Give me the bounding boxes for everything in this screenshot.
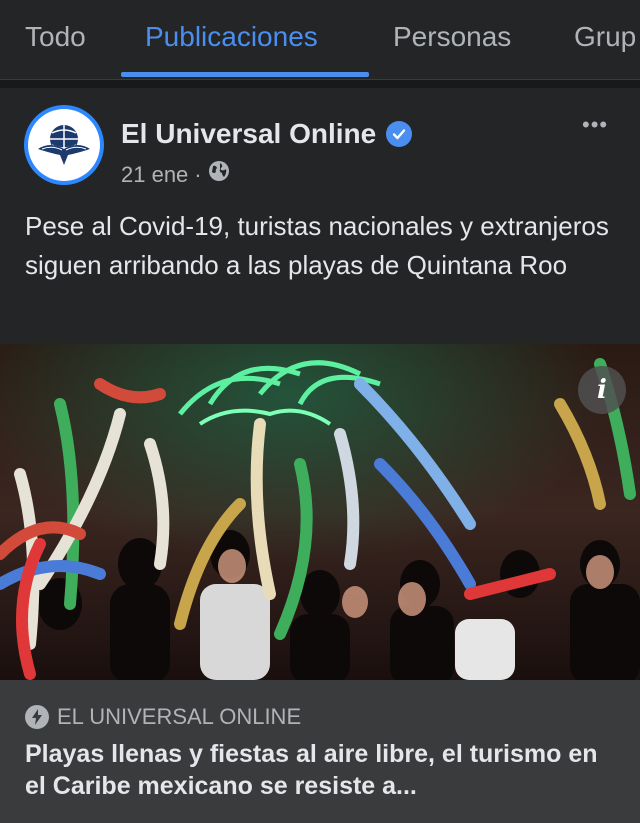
verified-badge-icon [386, 121, 413, 147]
link-source: EL UNIVERSAL ONLINE [25, 704, 301, 730]
lightning-bolt-icon [25, 705, 49, 729]
tab-todo[interactable]: Todo [25, 20, 86, 54]
link-source-label: EL UNIVERSAL ONLINE [57, 704, 302, 729]
eagle-logo-icon [28, 109, 100, 181]
author-name[interactable]: El Universal Online [121, 116, 376, 152]
active-tab-indicator [121, 72, 369, 77]
post-author[interactable]: El Universal Online [121, 116, 413, 152]
info-button[interactable]: i [578, 366, 626, 414]
meta-separator: · [194, 161, 202, 187]
link-headline[interactable]: Playas llenas y fiestas al aire libre, e… [25, 738, 621, 802]
page-avatar[interactable] [24, 105, 104, 185]
post-date[interactable]: 21 ene [121, 161, 188, 189]
post-image[interactable]: i [0, 344, 640, 680]
tab-personas[interactable]: Personas [393, 20, 511, 54]
link-preview[interactable]: EL UNIVERSAL ONLINE Playas llenas y fies… [0, 680, 640, 823]
tab-grupos[interactable]: Grup [574, 20, 636, 54]
globe-icon [208, 160, 230, 189]
post-text: Pese al Covid-19, turistas nacionales y … [25, 211, 609, 280]
section-divider [0, 80, 640, 88]
search-tabs: Todo Publicaciones Personas Grup [0, 0, 640, 80]
party-photo [0, 344, 640, 680]
tab-publicaciones[interactable]: Publicaciones [145, 20, 318, 54]
more-options-icon[interactable]: ••• [582, 114, 608, 136]
post-meta: 21 ene · [121, 160, 230, 189]
